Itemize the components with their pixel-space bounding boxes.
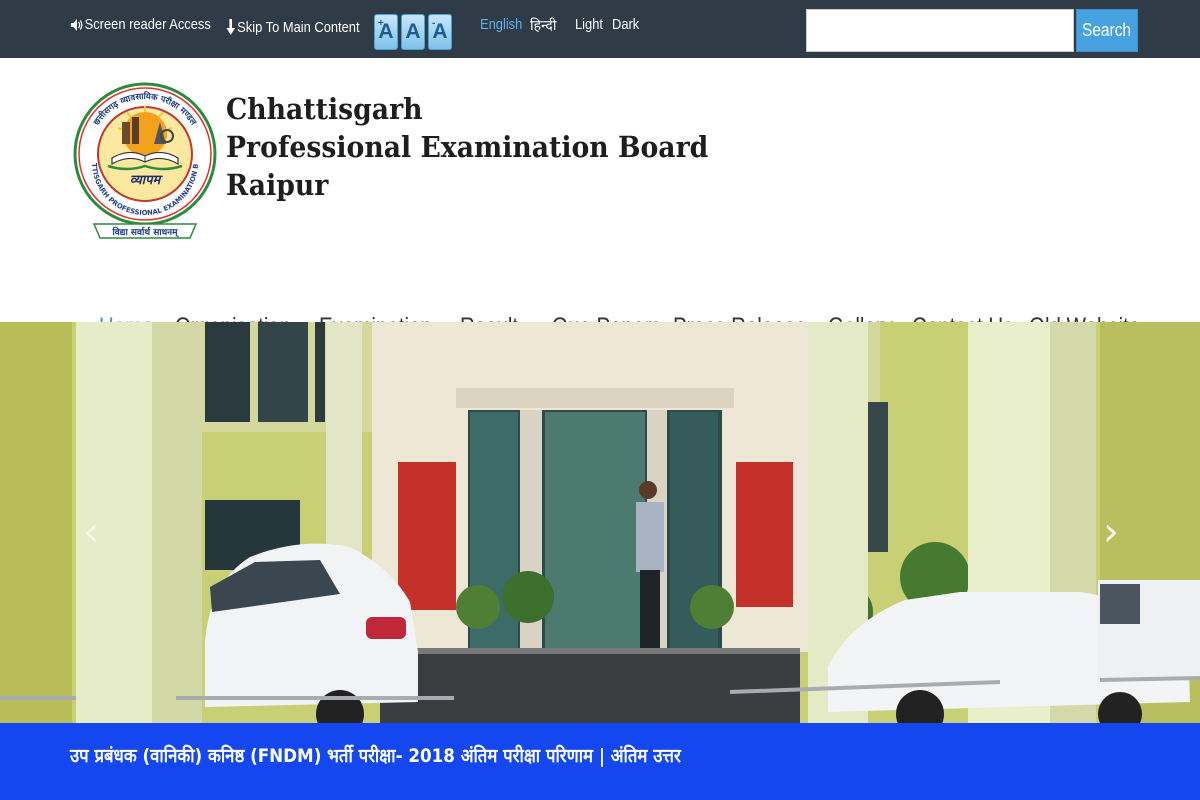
skip-to-main-content-label: Skip To Main Content [237,18,360,36]
hero-carousel: ‹ › [0,322,1200,723]
news-ticker-bar: उप प्रबंधक (वानिकी) कनिष्ठ (FNDM) भर्ती … [0,723,1200,800]
site-header: छत्तीसगढ़ व्यावसायिक परीक्षा मण्डल CHHAT… [0,58,1200,341]
screen-reader-access-label: Screen reader Access [84,16,211,33]
speaker-icon [70,18,83,31]
title-line-2: Professional Examination Board [226,130,709,164]
hero-slide-image [0,322,1200,723]
search-button[interactable]: Search [1076,9,1138,52]
search-input[interactable] [806,9,1074,52]
title-line-1: Chhattisgarh [226,92,423,126]
font-size-controls: + A A - A [374,14,452,50]
logo-center-text: व्यापम [130,173,164,188]
screen-reader-access-link[interactable]: Screen reader Access [70,16,211,33]
font-decrease-mark: - [432,18,436,29]
language-english-link[interactable]: English [480,16,522,33]
logo-motto: विद्या सर्वार्थ साधनम् [111,226,179,238]
font-decrease-button[interactable]: - A [428,14,452,50]
search-button-label: Search [1082,20,1132,40]
font-reset-label: A [405,20,421,43]
down-arrow-icon [226,19,236,35]
title-line-3: Raipur [226,168,329,202]
vyapam-logo[interactable]: छत्तीसगढ़ व्यावसायिक परीक्षा मण्डल CHHAT… [72,62,217,248]
theme-dark-link[interactable]: Dark [612,16,639,33]
theme-light-link[interactable]: Light [575,16,603,33]
carousel-prev-button[interactable]: ‹ [76,507,106,557]
chevron-right-icon: › [1103,509,1119,555]
skip-to-main-content-link[interactable]: Skip To Main Content [226,16,360,38]
top-utility-bar: Screen reader Access Skip To Main Conten… [0,0,1200,58]
font-reset-button[interactable]: A [401,14,425,50]
language-hindi-link[interactable]: हिन्दी [530,16,556,35]
font-increase-mark: + [378,18,384,29]
organisation-title: Chhattisgarh Professional Examination Bo… [226,90,708,204]
news-ticker-link[interactable]: उप प्रबंधक (वानिकी) कनिष्ठ (FNDM) भर्ती … [70,742,681,768]
font-increase-button[interactable]: + A [374,14,398,50]
chevron-left-icon: ‹ [83,509,99,555]
carousel-next-button[interactable]: › [1096,507,1126,557]
